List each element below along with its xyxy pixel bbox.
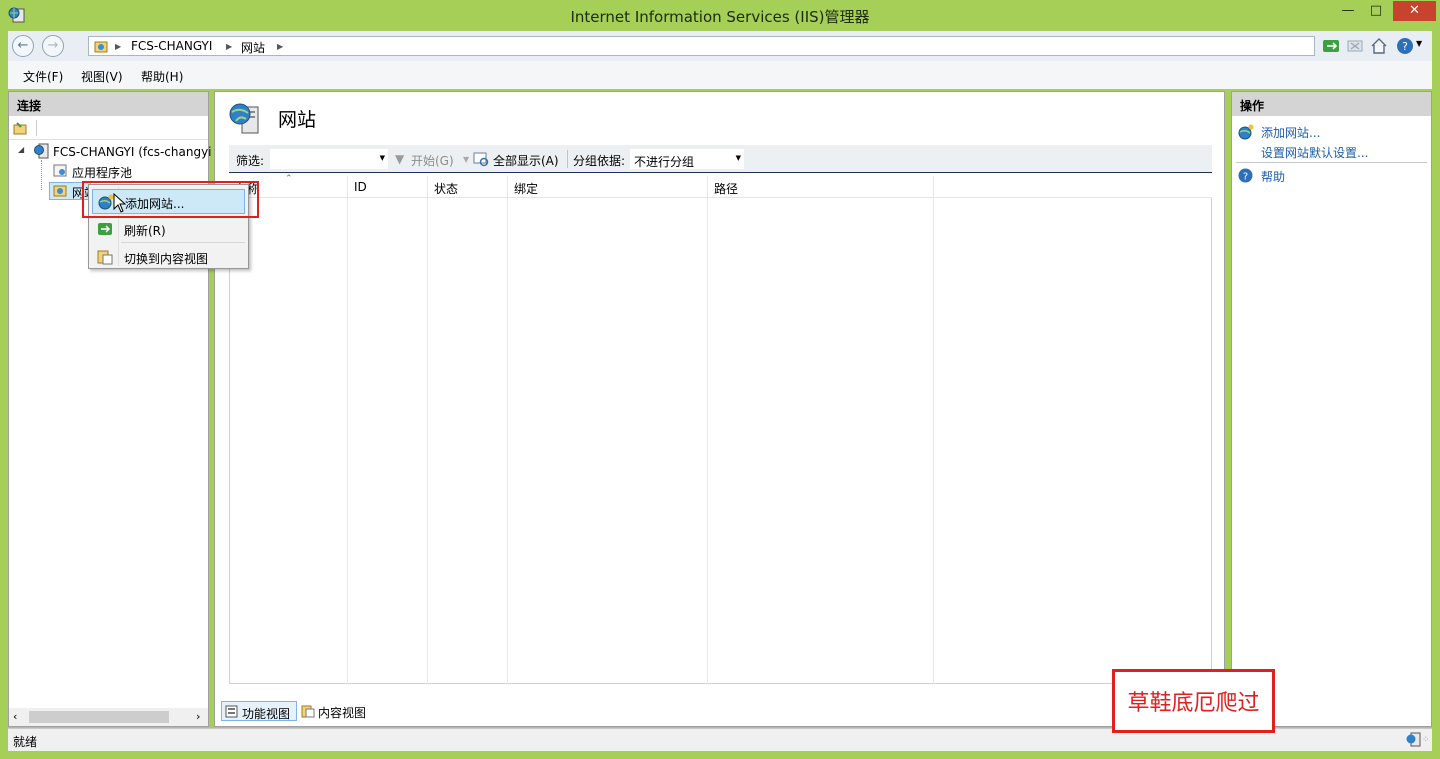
ctx-refresh-label: 刷新(R) xyxy=(124,224,166,238)
home-icon[interactable] xyxy=(1370,37,1388,55)
watermark-label: 草鞋底厄爬过 xyxy=(1112,669,1275,733)
add-site-link[interactable]: 添加网站... xyxy=(1261,124,1320,141)
group-by-label: 分组依据: xyxy=(573,154,626,168)
sites-globe-icon xyxy=(229,103,259,134)
help-dropdown-chevron-down-icon[interactable]: ▼ xyxy=(1416,39,1422,48)
actions-panel: 操作 添加网站... 设置网站默认设置... ? 帮助 xyxy=(1231,91,1432,727)
filter-divider xyxy=(567,150,568,168)
window-title: Internet Information Services (IIS)管理器 xyxy=(570,8,870,26)
column-id-label: ID xyxy=(354,180,367,194)
page-title: 网站 xyxy=(278,109,317,131)
server-icon xyxy=(34,143,49,159)
svg-text:?: ? xyxy=(1402,40,1408,53)
sites-folder-icon xyxy=(94,41,108,53)
menu-help[interactable]: 帮助(H) xyxy=(141,68,183,85)
ctx-switch-content-view[interactable]: 切换到内容视图 xyxy=(92,245,245,270)
resize-grip-icon[interactable]: ⁘ xyxy=(1422,735,1430,745)
content-view-icon xyxy=(97,250,113,265)
network-server-icon xyxy=(1406,732,1421,747)
column-path-header[interactable]: 路径 xyxy=(708,176,934,684)
horizontal-scrollbar[interactable]: ‹ › xyxy=(9,708,208,726)
ctx-switch-content-view-label: 切换到内容视图 xyxy=(124,252,209,266)
filter-label: 筛选: xyxy=(236,154,265,168)
tab-content-view[interactable]: 内容视图 xyxy=(298,701,370,721)
tab-content-view-label: 内容视图 xyxy=(318,706,367,720)
refresh-icon[interactable] xyxy=(1322,37,1340,55)
tree-expand-chevron-down-icon[interactable]: ◢ xyxy=(18,145,24,154)
column-binding-header[interactable]: 绑定 xyxy=(508,176,708,684)
help-link[interactable]: 帮助 xyxy=(1261,168,1285,185)
help-icon: ? xyxy=(1238,168,1253,183)
column-status-label: 状态 xyxy=(434,182,459,196)
scroll-left-icon[interactable]: ‹ xyxy=(13,710,17,723)
menu-bar: 文件(F) 视图(V) 帮助(H) xyxy=(8,61,1432,89)
actions-divider xyxy=(1236,162,1427,163)
tab-features-view-label: 功能视图 xyxy=(242,707,291,721)
mouse-cursor-icon xyxy=(113,193,127,213)
forward-button[interactable]: → xyxy=(42,35,64,57)
forward-arrow-icon: → xyxy=(47,38,59,53)
connections-toolbar xyxy=(9,116,208,140)
title-bar: Internet Information Services (IIS)管理器 —… xyxy=(0,0,1440,31)
breadcrumb-separator-icon: ▶ xyxy=(115,42,122,51)
tree-server-node[interactable]: FCS-CHANGYI (fcs-changyi xyxy=(53,145,212,159)
refresh-icon xyxy=(98,223,112,235)
stop-icon[interactable] xyxy=(1346,37,1364,55)
breadcrumb-sites[interactable]: 网站 xyxy=(241,39,265,56)
create-connection-icon[interactable] xyxy=(13,121,27,135)
tree-app-pools-node[interactable]: 应用程序池 xyxy=(72,164,132,181)
breadcrumb-separator-icon: ▶ xyxy=(226,42,233,51)
status-text: 就绪 xyxy=(13,735,38,749)
tab-features-view[interactable]: 功能视图 xyxy=(221,701,297,721)
site-defaults-link[interactable]: 设置网站默认设置... xyxy=(1261,144,1368,161)
column-path-label: 路径 xyxy=(714,182,739,196)
help-icon[interactable]: ? xyxy=(1396,37,1414,55)
highlight-box xyxy=(82,181,259,218)
filter-input[interactable]: ▼ xyxy=(269,148,389,170)
column-id-header[interactable]: ID xyxy=(348,176,428,684)
group-by-value: 不进行分组 xyxy=(634,155,695,169)
tree-line xyxy=(41,160,42,190)
back-arrow-icon: ← xyxy=(17,38,29,53)
connections-header: 连接 xyxy=(9,92,208,116)
filter-bar: 筛选: ▼ ▼ 开始(G) ▼ 全部显示(A) 分组依据: 不进行分组 ▼ xyxy=(229,145,1212,173)
menu-view[interactable]: 视图(V) xyxy=(81,68,123,85)
group-by-chevron-down-icon[interactable]: ▼ xyxy=(736,154,741,162)
scrollbar-thumb[interactable] xyxy=(29,711,169,723)
address-bar: ← → ▶ FCS-CHANGYI ▶ 网站 ▶ ? ▼ xyxy=(8,31,1432,61)
ctx-refresh[interactable]: 刷新(R) xyxy=(92,217,245,242)
minimize-button[interactable]: — xyxy=(1334,1,1362,21)
menu-file[interactable]: 文件(F) xyxy=(23,68,63,85)
sites-icon xyxy=(53,185,67,197)
app-pool-icon xyxy=(53,164,67,177)
filter-funnel-icon: ▼ xyxy=(395,152,405,166)
sort-ascending-icon: ⌃ xyxy=(285,174,293,184)
ctx-separator xyxy=(121,242,245,243)
breadcrumb-separator-icon: ▶ xyxy=(277,42,284,51)
back-button[interactable]: ← xyxy=(12,35,34,57)
scroll-right-icon[interactable]: › xyxy=(196,710,200,723)
toolbar-divider xyxy=(36,120,37,136)
column-binding-label: 绑定 xyxy=(514,182,539,196)
column-status-header[interactable]: 状态 xyxy=(428,176,508,684)
content-view-icon xyxy=(301,705,315,718)
filter-chevron-down-icon[interactable]: ▼ xyxy=(380,154,385,162)
show-all-icon xyxy=(473,152,489,167)
start-filter-button[interactable]: 开始(G) xyxy=(411,152,454,169)
address-field[interactable]: ▶ FCS-CHANGYI ▶ 网站 ▶ xyxy=(88,36,1315,56)
start-chevron-down-icon[interactable]: ▼ xyxy=(463,155,469,164)
breadcrumb-server[interactable]: FCS-CHANGYI xyxy=(131,39,212,53)
close-button[interactable]: ✕ xyxy=(1393,1,1436,21)
group-by-select[interactable]: 不进行分组 ▼ xyxy=(629,148,745,170)
svg-text:?: ? xyxy=(1243,172,1248,183)
maximize-button[interactable]: □ xyxy=(1362,1,1390,21)
add-site-globe-icon xyxy=(1238,124,1254,140)
features-view-icon xyxy=(225,705,238,718)
show-all-button[interactable]: 全部显示(A) xyxy=(493,152,559,169)
actions-header: 操作 xyxy=(1232,92,1431,116)
